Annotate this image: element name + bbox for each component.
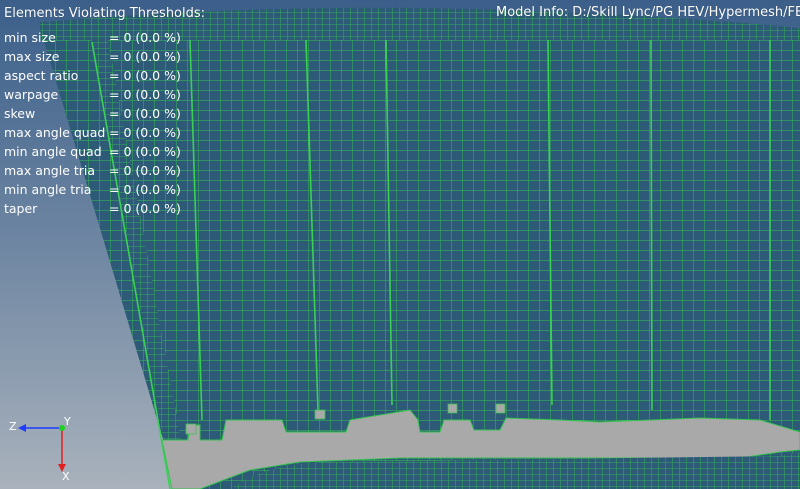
check-row-max-angle-quad: max angle quad = 0 (0.0 %) [4, 123, 184, 142]
check-value: = 0 (0.0 %) [109, 201, 181, 216]
check-row-aspect-ratio: aspect ratio = 0 (0.0 %) [4, 66, 184, 85]
check-row-max-angle-tria: max angle tria = 0 (0.0 %) [4, 161, 184, 180]
check-value: = 0 (0.0 %) [109, 68, 181, 83]
check-value: = 0 (0.0 %) [109, 182, 181, 197]
check-name: max angle tria [4, 163, 96, 178]
check-row-max-size: max size = 0 (0.0 %) [4, 47, 184, 66]
check-name: taper [4, 201, 38, 216]
check-row-warpage: warpage = 0 (0.0 %) [4, 85, 184, 104]
check-row-taper: taper = 0 (0.0 %) [4, 199, 184, 218]
check-value: = 0 (0.0 %) [109, 125, 181, 140]
check-row-min-size: min size = 0 (0.0 %) [4, 28, 184, 47]
check-name: aspect ratio [4, 68, 79, 83]
check-value: = 0 (0.0 %) [109, 163, 181, 178]
check-name: max size [4, 49, 60, 64]
triad-x-label: X [62, 470, 70, 483]
check-name: skew [4, 106, 36, 121]
triad-z-label: Z [9, 420, 17, 433]
check-row-min-angle-quad: min angle quad = 0 (0.0 %) [4, 142, 184, 161]
check-value: = 0 (0.0 %) [109, 144, 181, 159]
check-name: min angle tria [4, 182, 92, 197]
check-value: = 0 (0.0 %) [109, 30, 181, 45]
check-name: warpage [4, 87, 59, 102]
check-value: = 0 (0.0 %) [109, 87, 181, 102]
check-value: = 0 (0.0 %) [109, 49, 181, 64]
check-value: = 0 (0.0 %) [109, 106, 181, 121]
check-name: min size [4, 30, 56, 45]
check-row-min-angle-tria: min angle tria = 0 (0.0 %) [4, 180, 184, 199]
triad-y-label: Y [64, 415, 71, 428]
model-info-path: Model Info: D:/Skill Lync/PG HEV/Hyperme… [496, 5, 800, 20]
check-name: min angle quad [4, 144, 102, 159]
quality-checks-list: min size = 0 (0.0 %) max size = 0 (0.0 %… [4, 28, 184, 218]
thresholds-title: Elements Violating Thresholds: [4, 6, 206, 21]
check-name: max angle quad [4, 125, 106, 140]
check-row-skew: skew = 0 (0.0 %) [4, 104, 184, 123]
